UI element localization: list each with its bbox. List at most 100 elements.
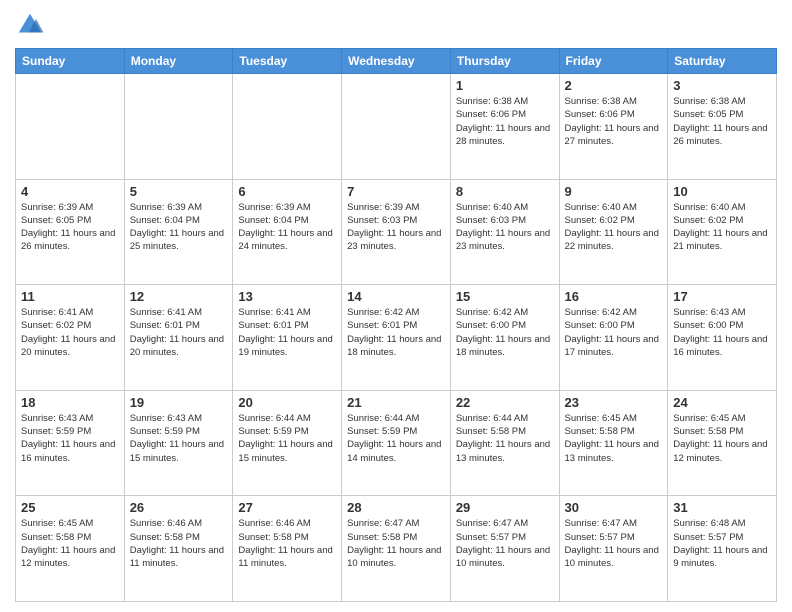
day-number: 4 [21, 184, 119, 199]
day-info: Sunrise: 6:41 AMSunset: 6:01 PMDaylight:… [130, 306, 228, 359]
day-number: 14 [347, 289, 445, 304]
calendar-cell: 13 Sunrise: 6:41 AMSunset: 6:01 PMDayligh… [233, 285, 342, 391]
day-number: 5 [130, 184, 228, 199]
day-of-week-header: Thursday [450, 49, 559, 74]
calendar-cell [124, 74, 233, 180]
day-number: 19 [130, 395, 228, 410]
page: SundayMondayTuesdayWednesdayThursdayFrid… [0, 0, 792, 612]
day-info: Sunrise: 6:42 AMSunset: 6:00 PMDaylight:… [456, 306, 554, 359]
day-of-week-header: Sunday [16, 49, 125, 74]
day-number: 13 [238, 289, 336, 304]
day-info: Sunrise: 6:43 AMSunset: 6:00 PMDaylight:… [673, 306, 771, 359]
calendar-cell: 2 Sunrise: 6:38 AMSunset: 6:06 PMDaylight… [559, 74, 668, 180]
day-number: 24 [673, 395, 771, 410]
day-number: 9 [565, 184, 663, 199]
day-number: 30 [565, 500, 663, 515]
day-info: Sunrise: 6:43 AMSunset: 5:59 PMDaylight:… [130, 412, 228, 465]
calendar-cell: 10Sunrise: 6:40 AMSunset: 6:02 PMDayligh… [668, 179, 777, 285]
calendar-cell: 30 Sunrise: 6:47 AMSunset: 5:57 PMDayligh… [559, 496, 668, 602]
calendar-cell: 16 Sunrise: 6:42 AMSunset: 6:00 PMDayligh… [559, 285, 668, 391]
calendar-cell [342, 74, 451, 180]
calendar-cell: 1 Sunrise: 6:38 AMSunset: 6:06 PMDaylight… [450, 74, 559, 180]
day-info: Sunrise: 6:39 AMSunset: 6:04 PMDaylight:… [238, 201, 336, 254]
calendar-cell: 12 Sunrise: 6:41 AMSunset: 6:01 PMDayligh… [124, 285, 233, 391]
day-of-week-header: Monday [124, 49, 233, 74]
calendar-cell: 19 Sunrise: 6:43 AMSunset: 5:59 PMDayligh… [124, 390, 233, 496]
day-number: 17 [673, 289, 771, 304]
day-number: 2 [565, 78, 663, 93]
day-number: 12 [130, 289, 228, 304]
calendar-cell: 25Sunrise: 6:45 AMSunset: 5:58 PMDayligh… [16, 496, 125, 602]
calendar-cell: 31 Sunrise: 6:48 AMSunset: 5:57 PMDayligh… [668, 496, 777, 602]
logo-icon [15, 10, 45, 40]
calendar-week-row: 4 Sunrise: 6:39 AMSunset: 6:05 PMDaylight… [16, 179, 777, 285]
calendar-cell: 6 Sunrise: 6:39 AMSunset: 6:04 PMDaylight… [233, 179, 342, 285]
day-number: 11 [21, 289, 119, 304]
calendar-cell: 26 Sunrise: 6:46 AMSunset: 5:58 PMDayligh… [124, 496, 233, 602]
day-number: 29 [456, 500, 554, 515]
calendar-cell: 4 Sunrise: 6:39 AMSunset: 6:05 PMDaylight… [16, 179, 125, 285]
day-info: Sunrise: 6:47 AMSunset: 5:57 PMDaylight:… [456, 517, 554, 570]
calendar-cell: 11 Sunrise: 6:41 AMSunset: 6:02 PMDayligh… [16, 285, 125, 391]
day-number: 16 [565, 289, 663, 304]
day-info: Sunrise: 6:47 AMSunset: 5:58 PMDaylight:… [347, 517, 445, 570]
day-number: 22 [456, 395, 554, 410]
calendar-cell: 14Sunrise: 6:42 AMSunset: 6:01 PMDayligh… [342, 285, 451, 391]
day-info: Sunrise: 6:40 AMSunset: 6:03 PMDaylight:… [456, 201, 554, 254]
day-info: Sunrise: 6:39 AMSunset: 6:03 PMDaylight:… [347, 201, 445, 254]
logo [15, 10, 49, 40]
calendar-week-row: 25Sunrise: 6:45 AMSunset: 5:58 PMDayligh… [16, 496, 777, 602]
calendar: SundayMondayTuesdayWednesdayThursdayFrid… [15, 48, 777, 602]
calendar-cell: 28Sunrise: 6:47 AMSunset: 5:58 PMDayligh… [342, 496, 451, 602]
calendar-cell: 27 Sunrise: 6:46 AMSunset: 5:58 PMDayligh… [233, 496, 342, 602]
day-of-week-header: Friday [559, 49, 668, 74]
day-info: Sunrise: 6:44 AMSunset: 5:59 PMDaylight:… [347, 412, 445, 465]
day-number: 18 [21, 395, 119, 410]
day-info: Sunrise: 6:45 AMSunset: 5:58 PMDaylight:… [673, 412, 771, 465]
day-info: Sunrise: 6:41 AMSunset: 6:01 PMDaylight:… [238, 306, 336, 359]
day-info: Sunrise: 6:47 AMSunset: 5:57 PMDaylight:… [565, 517, 663, 570]
calendar-cell: 5Sunrise: 6:39 AMSunset: 6:04 PMDaylight… [124, 179, 233, 285]
calendar-cell: 24 Sunrise: 6:45 AMSunset: 5:58 PMDayligh… [668, 390, 777, 496]
day-number: 8 [456, 184, 554, 199]
day-number: 27 [238, 500, 336, 515]
day-info: Sunrise: 6:46 AMSunset: 5:58 PMDaylight:… [130, 517, 228, 570]
calendar-cell: 23 Sunrise: 6:45 AMSunset: 5:58 PMDayligh… [559, 390, 668, 496]
day-number: 10 [673, 184, 771, 199]
day-info: Sunrise: 6:44 AMSunset: 5:59 PMDaylight:… [238, 412, 336, 465]
day-info: Sunrise: 6:38 AMSunset: 6:05 PMDaylight:… [673, 95, 771, 148]
day-info: Sunrise: 6:41 AMSunset: 6:02 PMDaylight:… [21, 306, 119, 359]
calendar-week-row: 1 Sunrise: 6:38 AMSunset: 6:06 PMDaylight… [16, 74, 777, 180]
calendar-cell: 22 Sunrise: 6:44 AMSunset: 5:58 PMDayligh… [450, 390, 559, 496]
day-number: 6 [238, 184, 336, 199]
day-info: Sunrise: 6:45 AMSunset: 5:58 PMDaylight:… [565, 412, 663, 465]
calendar-week-row: 18 Sunrise: 6:43 AMSunset: 5:59 PMDayligh… [16, 390, 777, 496]
calendar-cell: 8 Sunrise: 6:40 AMSunset: 6:03 PMDaylight… [450, 179, 559, 285]
calendar-cell: 18 Sunrise: 6:43 AMSunset: 5:59 PMDayligh… [16, 390, 125, 496]
calendar-cell: 20Sunrise: 6:44 AMSunset: 5:59 PMDayligh… [233, 390, 342, 496]
calendar-cell: 21 Sunrise: 6:44 AMSunset: 5:59 PMDayligh… [342, 390, 451, 496]
header [15, 10, 777, 40]
day-number: 1 [456, 78, 554, 93]
calendar-cell: 29 Sunrise: 6:47 AMSunset: 5:57 PMDayligh… [450, 496, 559, 602]
day-info: Sunrise: 6:39 AMSunset: 6:05 PMDaylight:… [21, 201, 119, 254]
day-number: 3 [673, 78, 771, 93]
calendar-cell [16, 74, 125, 180]
calendar-cell [233, 74, 342, 180]
day-info: Sunrise: 6:38 AMSunset: 6:06 PMDaylight:… [456, 95, 554, 148]
day-info: Sunrise: 6:44 AMSunset: 5:58 PMDaylight:… [456, 412, 554, 465]
calendar-cell: 7Sunrise: 6:39 AMSunset: 6:03 PMDaylight… [342, 179, 451, 285]
day-info: Sunrise: 6:38 AMSunset: 6:06 PMDaylight:… [565, 95, 663, 148]
day-of-week-header: Wednesday [342, 49, 451, 74]
day-number: 26 [130, 500, 228, 515]
day-number: 21 [347, 395, 445, 410]
day-number: 31 [673, 500, 771, 515]
day-info: Sunrise: 6:46 AMSunset: 5:58 PMDaylight:… [238, 517, 336, 570]
day-info: Sunrise: 6:43 AMSunset: 5:59 PMDaylight:… [21, 412, 119, 465]
day-info: Sunrise: 6:42 AMSunset: 6:00 PMDaylight:… [565, 306, 663, 359]
calendar-cell: 17 Sunrise: 6:43 AMSunset: 6:00 PMDayligh… [668, 285, 777, 391]
day-number: 23 [565, 395, 663, 410]
day-info: Sunrise: 6:48 AMSunset: 5:57 PMDaylight:… [673, 517, 771, 570]
calendar-week-row: 11 Sunrise: 6:41 AMSunset: 6:02 PMDayligh… [16, 285, 777, 391]
calendar-cell: 9Sunrise: 6:40 AMSunset: 6:02 PMDaylight… [559, 179, 668, 285]
